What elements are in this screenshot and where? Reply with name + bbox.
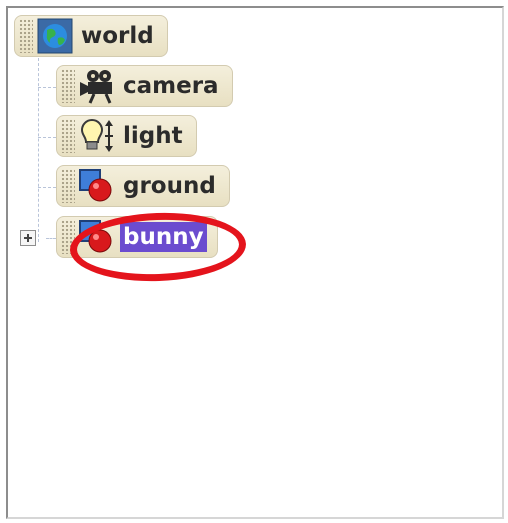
object-shape-icon: [78, 219, 116, 255]
tree-node-label: camera: [123, 73, 219, 99]
tree-connector: [46, 238, 56, 239]
drag-handle[interactable]: [61, 119, 75, 153]
tree-node-camera[interactable]: camera: [56, 65, 233, 107]
tree-connector: [38, 137, 56, 138]
tree-node-label: world: [81, 23, 154, 49]
world-globe-icon: [36, 18, 74, 54]
drag-handle[interactable]: [61, 220, 75, 254]
drag-handle[interactable]: [61, 69, 75, 103]
tree-node-bunny[interactable]: bunny: [56, 216, 218, 258]
tree-node-label: ground: [123, 173, 216, 199]
tree-node-label-selected: bunny: [120, 222, 207, 252]
object-shape-icon: [78, 168, 116, 204]
tree-node-world[interactable]: world: [14, 15, 168, 57]
camera-icon: [78, 68, 116, 104]
drag-handle[interactable]: [19, 19, 33, 53]
tree-connector: [38, 58, 39, 242]
tree-connector: [38, 87, 56, 88]
tree-node-label: light: [123, 123, 183, 149]
expand-toggle-icon[interactable]: [20, 230, 36, 246]
tree-node-light[interactable]: light: [56, 115, 197, 157]
tree-node-ground[interactable]: ground: [56, 165, 230, 207]
lightbulb-icon: [78, 118, 116, 154]
drag-handle[interactable]: [61, 169, 75, 203]
tree-connector: [38, 187, 56, 188]
